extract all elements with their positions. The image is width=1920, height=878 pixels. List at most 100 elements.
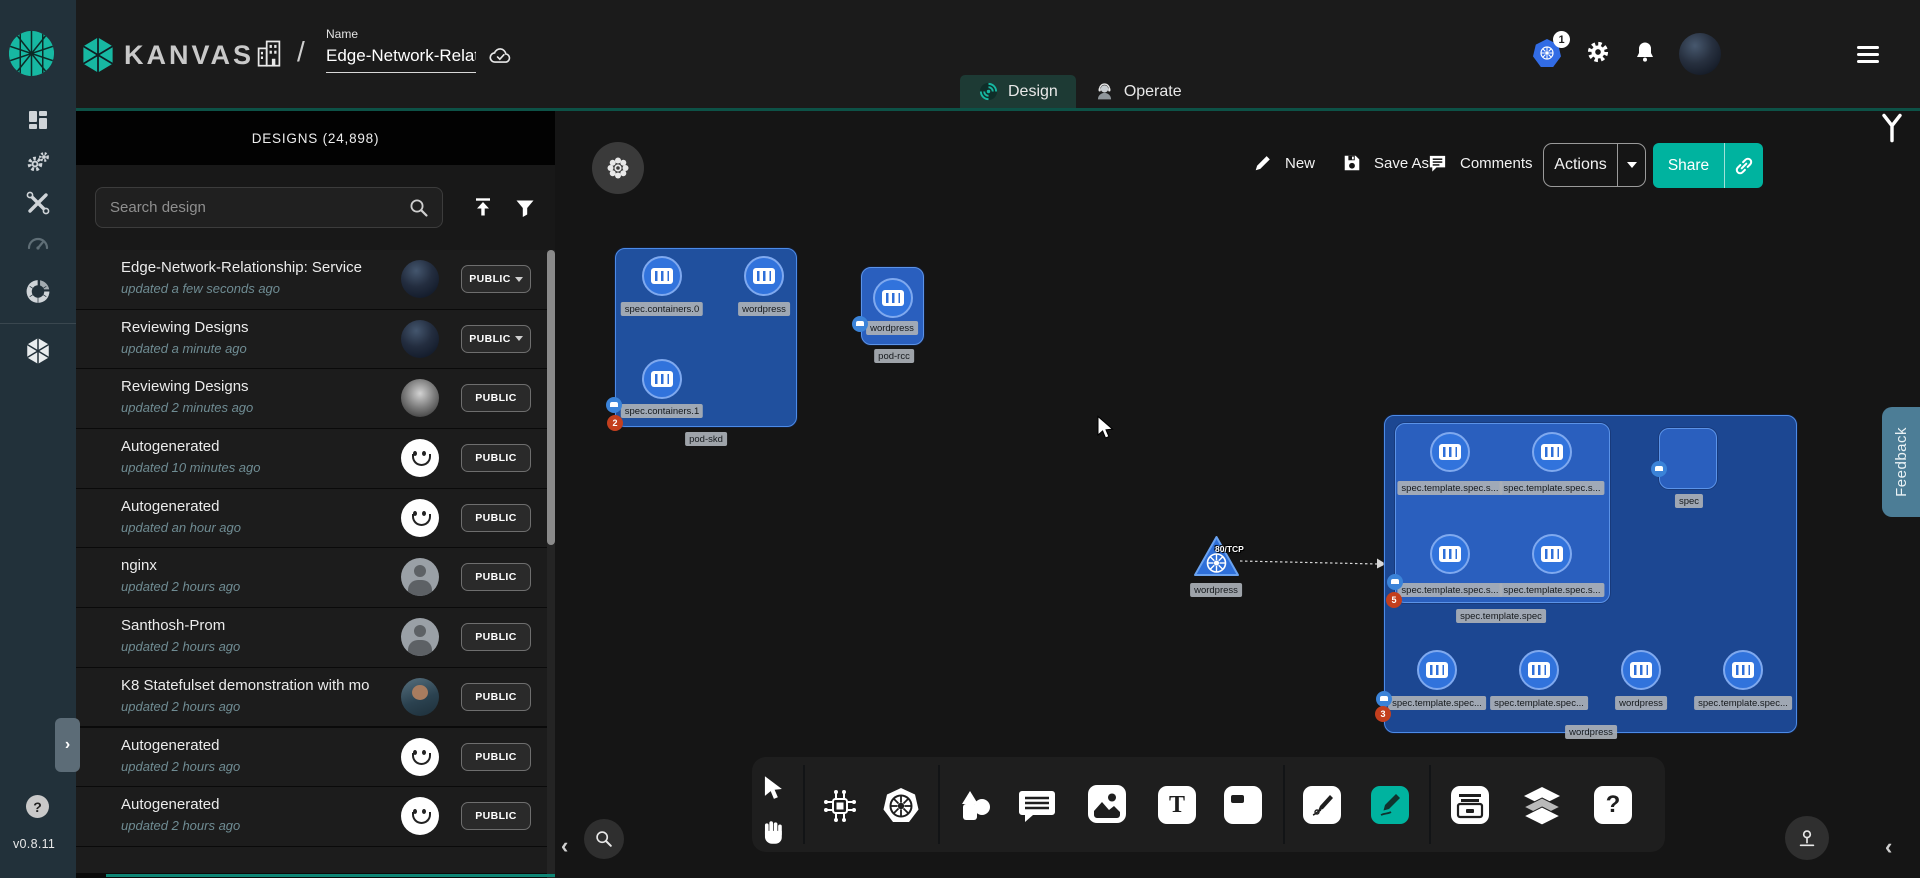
nav-lifecycle-icon[interactable]	[25, 150, 51, 181]
visibility-badge[interactable]: PUBLIC	[461, 683, 531, 711]
nav-configuration-icon[interactable]	[25, 190, 51, 221]
image-tool[interactable]	[1088, 785, 1126, 823]
actions-label: Actions	[1544, 156, 1617, 174]
design-list-item[interactable]: Autogenerated updated 2 hours ago PUBLIC	[76, 787, 555, 846]
kubernetes-tool[interactable]	[880, 785, 922, 827]
design-list-item[interactable]: K8 Statefulset demonstration with mo upd…	[76, 668, 555, 727]
expand-sidebar-button[interactable]: ›	[55, 718, 80, 772]
save-as-button[interactable]: Save As	[1342, 153, 1429, 173]
design-name-input[interactable]	[326, 44, 476, 73]
scrollbar-thumb[interactable]	[547, 250, 555, 545]
import-design-button[interactable]	[472, 196, 494, 223]
design-list-item[interactable]: Santhosh-Prom updated 2 hours ago PUBLIC	[76, 608, 555, 667]
container-node[interactable]	[1519, 650, 1559, 690]
drawer-tool[interactable]	[1451, 786, 1489, 824]
text-tool[interactable]: T	[1158, 786, 1196, 824]
menu-button[interactable]	[1857, 46, 1879, 63]
container-node[interactable]	[1723, 650, 1763, 690]
tab-operate[interactable]: Operate	[1076, 75, 1200, 108]
container-node[interactable]	[1532, 432, 1572, 472]
help-tool[interactable]: ?	[1594, 786, 1632, 824]
new-design-button[interactable]: New	[1253, 153, 1315, 173]
meshery-float-button[interactable]	[592, 142, 644, 194]
share-split-button[interactable]: Share	[1653, 143, 1763, 188]
node-service-wordpress[interactable]	[1193, 535, 1240, 577]
design-list-item[interactable]: Autogenerated updated 10 minutes ago PUB…	[76, 429, 555, 488]
visibility-badge[interactable]: PUBLIC	[461, 743, 531, 771]
kanvas-logo[interactable]: KANVAS	[80, 36, 254, 74]
workspace-logo[interactable]	[9, 31, 54, 76]
center-view-button[interactable]	[1785, 816, 1829, 860]
visibility-badge[interactable]: PUBLIC	[461, 623, 531, 651]
nav-catalog-icon[interactable]	[25, 278, 52, 310]
node-pod-template[interactable]	[1395, 423, 1610, 603]
search-design-input[interactable]	[95, 187, 443, 228]
design-list-item[interactable]: Reviewing Designs updated 2 minutes ago …	[76, 369, 555, 428]
sticky-note-tool[interactable]	[1224, 786, 1262, 824]
actions-dropdown-button[interactable]	[1618, 162, 1645, 168]
container-node[interactable]	[1417, 650, 1457, 690]
node-spec[interactable]	[1659, 428, 1717, 489]
help-button[interactable]: ?	[26, 795, 49, 818]
copy-link-button[interactable]	[1725, 155, 1763, 177]
pan-tool[interactable]	[759, 817, 787, 847]
filter-designs-button[interactable]	[514, 197, 536, 224]
container-node[interactable]	[744, 256, 784, 296]
user-avatar[interactable]	[1679, 33, 1721, 75]
cloud-status-badge[interactable]	[1387, 574, 1403, 590]
design-list-item[interactable]: Reviewing Designs updated a minute ago P…	[76, 310, 555, 369]
nav-kanvas-icon[interactable]	[24, 337, 52, 370]
nav-dashboard-icon[interactable]	[26, 108, 50, 137]
error-count-badge[interactable]: 2	[607, 415, 623, 431]
visibility-badge[interactable]: PUBLIC	[461, 265, 531, 293]
visibility-badge[interactable]: PUBLIC	[461, 563, 531, 591]
notifications-button[interactable]	[1633, 40, 1657, 69]
kubernetes-connection-button[interactable]: 1	[1533, 39, 1563, 69]
container-node[interactable]	[1430, 432, 1470, 472]
organization-icon[interactable]	[255, 38, 283, 73]
container-node[interactable]	[1532, 534, 1572, 574]
visibility-badge[interactable]: PUBLIC	[461, 802, 531, 830]
container-node[interactable]	[642, 359, 682, 399]
actions-split-button[interactable]: Actions	[1543, 143, 1646, 187]
cloud-status-badge[interactable]	[852, 316, 868, 332]
chevron-down-icon	[1627, 162, 1637, 168]
feedback-tab[interactable]: Feedback	[1882, 407, 1920, 517]
collapse-right-button[interactable]: ‹	[1885, 836, 1892, 858]
visibility-badge[interactable]: PUBLIC	[461, 444, 531, 472]
select-tool[interactable]	[760, 774, 786, 804]
design-list-item[interactable]: Autogenerated updated an hour ago PUBLIC	[76, 489, 555, 548]
nav-performance-icon[interactable]	[25, 231, 51, 262]
pen-tool[interactable]	[1303, 786, 1341, 824]
container-node[interactable]	[642, 256, 682, 296]
cloud-status-badge[interactable]	[1651, 461, 1667, 477]
design-title: Edge-Network-Relationship: Service	[121, 259, 362, 276]
container-node[interactable]	[1621, 650, 1661, 690]
container-node[interactable]	[873, 278, 913, 318]
cloud-status-badge[interactable]	[606, 397, 622, 413]
sketch-tool-active[interactable]	[1371, 786, 1409, 824]
collapse-panel-button[interactable]: ‹	[561, 835, 568, 857]
error-count-badge[interactable]: 5	[1386, 592, 1402, 608]
visibility-badge[interactable]: PUBLIC	[461, 504, 531, 532]
cloud-status-badge[interactable]	[1376, 691, 1392, 707]
design-list-item[interactable]: Autogenerated updated 2 hours ago PUBLIC	[76, 728, 555, 787]
error-count-badge[interactable]: 3	[1375, 706, 1391, 722]
container-node[interactable]	[1430, 534, 1470, 574]
visibility-badge[interactable]: PUBLIC	[461, 384, 531, 412]
layers-tool[interactable]	[1520, 785, 1564, 827]
zoom-button[interactable]	[584, 819, 624, 859]
design-owner-avatar	[401, 260, 439, 298]
comment-tool[interactable]	[1016, 786, 1058, 826]
design-list-item[interactable]: nginx updated 2 hours ago PUBLIC	[76, 548, 555, 607]
tab-design[interactable]: Design	[960, 75, 1076, 108]
comments-button[interactable]: Comments	[1427, 153, 1533, 174]
design-canvas[interactable]: New Save As Comments Actions Share spec.…	[555, 111, 1920, 878]
visibility-badge[interactable]: PUBLIC	[461, 325, 531, 353]
shapes-tool[interactable]	[954, 785, 996, 827]
settings-button[interactable]	[1585, 39, 1611, 70]
design-list-item[interactable]: Edge-Network-Relationship: Service updat…	[76, 250, 555, 309]
components-tool[interactable]	[820, 786, 860, 826]
merge-panel-icon[interactable]	[1878, 112, 1906, 149]
designs-scrollbar[interactable]	[547, 250, 555, 878]
